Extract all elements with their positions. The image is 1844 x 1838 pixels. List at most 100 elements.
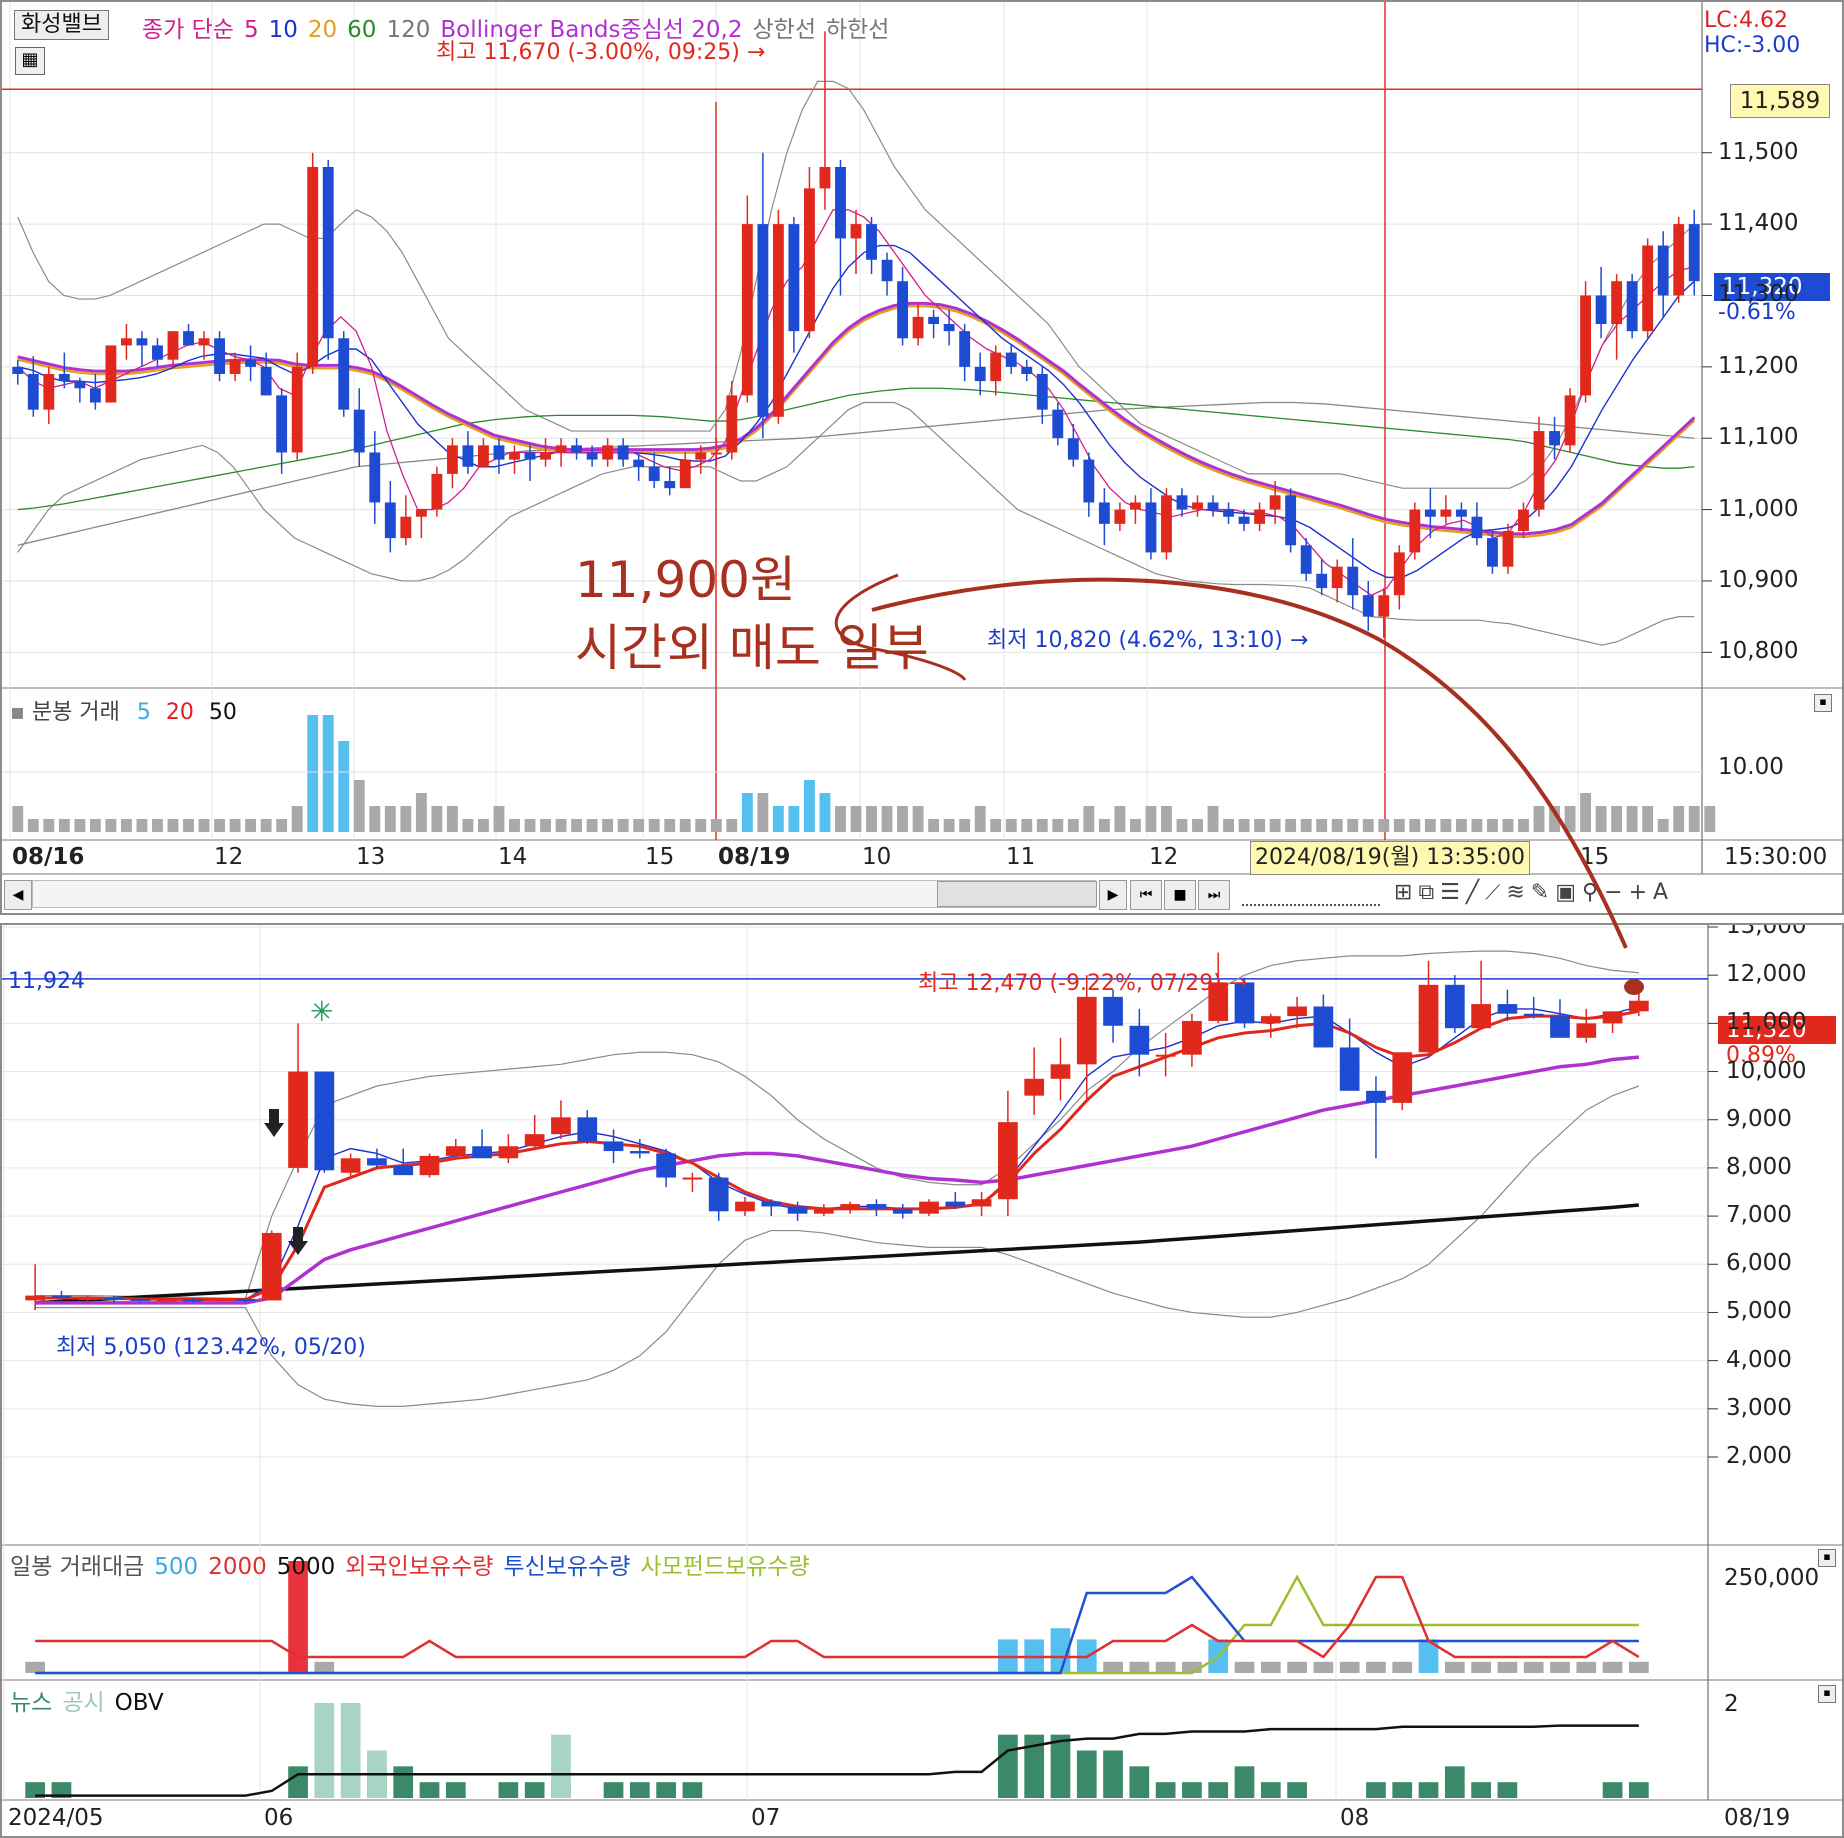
- daily-low-note: 최저 5,050 (123.42%, 05/20): [56, 1335, 366, 1360]
- buy-signal-arrow: [288, 1241, 308, 1255]
- candle-body: [757, 224, 769, 417]
- panel-close-icon[interactable]: ▪: [1814, 694, 1832, 712]
- ma20-line: [17, 304, 1696, 538]
- foreign-holding-line: [35, 1575, 1640, 1659]
- value-bar: [1287, 1661, 1307, 1673]
- news-bar: [1497, 1782, 1518, 1798]
- daily-candle-body: [1260, 1016, 1281, 1024]
- volume-ma5: 5: [136, 700, 151, 725]
- fast-forward-button[interactable]: ⏭: [1198, 880, 1230, 910]
- volume-bar: [540, 819, 551, 832]
- candle-body: [1161, 495, 1172, 553]
- daily-candle-body: [1497, 1004, 1518, 1014]
- grid-tool-icon[interactable]: ⊞: [1394, 880, 1418, 905]
- volume-bar: [1688, 806, 1700, 832]
- candle-body: [338, 338, 350, 410]
- volume-bar: [710, 819, 722, 832]
- legend-item-3: 20: [307, 17, 338, 43]
- candle-body: [245, 359, 257, 367]
- zoom-slider[interactable]: [1242, 886, 1380, 906]
- volume-bar: [89, 819, 101, 832]
- volume-bar: [1005, 819, 1017, 832]
- news-bar: [498, 1782, 519, 1798]
- candle-body: [384, 502, 396, 539]
- volume-bar: [43, 819, 55, 832]
- volume-bar: [1440, 819, 1452, 832]
- pen-tool-icon[interactable]: ✎: [1531, 880, 1555, 905]
- legend-item-1: 5: [243, 17, 259, 43]
- daily-candle-body: [919, 1201, 939, 1214]
- volume-bar: [819, 793, 831, 832]
- daily-tick-label: 6,000: [1726, 1250, 1792, 1277]
- candle-body: [928, 316, 940, 325]
- volume-title: 분봉 거래: [31, 700, 120, 725]
- list-tool-icon[interactable]: ☰: [1440, 880, 1466, 905]
- daily-candle-body: [1129, 1025, 1150, 1055]
- volume-bar: [1316, 819, 1328, 832]
- volume-bar: [990, 819, 1002, 832]
- candle-body: [1083, 459, 1095, 503]
- daily-candle-body: [1339, 1047, 1360, 1091]
- daily-candle-body: [761, 1201, 782, 1207]
- daily-candle-body: [209, 1298, 230, 1301]
- layout-tool-icon[interactable]: ⧉: [1418, 880, 1440, 905]
- candle-body: [43, 373, 55, 410]
- time-tick-label: 15: [645, 844, 675, 870]
- candle-body: [1455, 509, 1467, 517]
- candle-body: [974, 366, 986, 382]
- candle-body: [120, 338, 132, 346]
- volume-bar: [431, 806, 443, 832]
- volume-axis-tick: 10.00: [1718, 754, 1784, 780]
- daily-candle-body: [551, 1117, 571, 1135]
- trend-tool-icon[interactable]: ⟋: [1485, 880, 1506, 905]
- zoom-out-icon[interactable]: −: [1604, 880, 1628, 905]
- search-icon[interactable]: ⚲: [1582, 880, 1604, 905]
- volume-bar: [695, 819, 707, 832]
- price-tick-label: 11,500: [1718, 138, 1799, 165]
- value-legend-item-2: 2000: [208, 1554, 267, 1580]
- buy-signal-arrow-stem: [269, 1109, 279, 1123]
- stock-name-button[interactable]: 화성밸브: [14, 10, 109, 40]
- save-tool-icon[interactable]: ▣: [1555, 880, 1582, 905]
- daily-candle-body: [288, 1071, 308, 1168]
- daily-candle-body: [1628, 1000, 1649, 1012]
- value-bar: [1576, 1661, 1597, 1673]
- price-tick-label: 11,300: [1718, 281, 1799, 308]
- daily-candle-body: [235, 1298, 256, 1301]
- line-tool-icon[interactable]: ╱: [1466, 880, 1485, 905]
- volume-bar: [788, 806, 800, 832]
- volume-bar: [1300, 819, 1312, 832]
- scroll-right-button[interactable]: ▶: [1099, 880, 1127, 910]
- candle-body: [431, 473, 443, 510]
- scroll-left-button[interactable]: ◀: [4, 880, 32, 910]
- value-bar: [1155, 1661, 1176, 1673]
- candle-body: [881, 259, 893, 282]
- price-tick-label: 11,400: [1718, 210, 1799, 237]
- value-legend-item-6: 사모펀드보유수량: [640, 1554, 810, 1580]
- value-panel-close-icon[interactable]: ▪: [1818, 1549, 1836, 1567]
- table-view-icon[interactable]: ▦: [15, 47, 45, 75]
- daily-candle-body: [130, 1298, 151, 1301]
- daily-candle-body: [1313, 1006, 1334, 1048]
- volume-bar: [741, 793, 753, 832]
- disclosure-bar: [340, 1703, 361, 1798]
- volume-bar: [1626, 806, 1638, 832]
- daily-tick-label: 5,000: [1726, 1298, 1792, 1325]
- daily-candle-body: [314, 1071, 335, 1171]
- candle-body: [1533, 431, 1545, 510]
- candle-body: [1114, 509, 1126, 524]
- scrollbar-thumb[interactable]: [937, 881, 1097, 907]
- candle-body: [1378, 595, 1390, 617]
- fibo-tool-icon[interactable]: ≋: [1506, 880, 1530, 905]
- rewind-button[interactable]: ⏮: [1130, 880, 1162, 910]
- daily-candle-body: [261, 1232, 282, 1301]
- zoom-in-icon[interactable]: +: [1629, 880, 1653, 905]
- candle-body: [229, 359, 241, 374]
- stop-button[interactable]: ■: [1164, 880, 1196, 910]
- daily-tick-label: 13,000: [1726, 923, 1807, 939]
- text-tool-icon[interactable]: A: [1653, 880, 1674, 905]
- volume-bar: [1409, 819, 1421, 832]
- candle-body: [959, 331, 971, 367]
- candle-body: [602, 445, 614, 460]
- news-panel-close-icon[interactable]: ▪: [1818, 1685, 1836, 1703]
